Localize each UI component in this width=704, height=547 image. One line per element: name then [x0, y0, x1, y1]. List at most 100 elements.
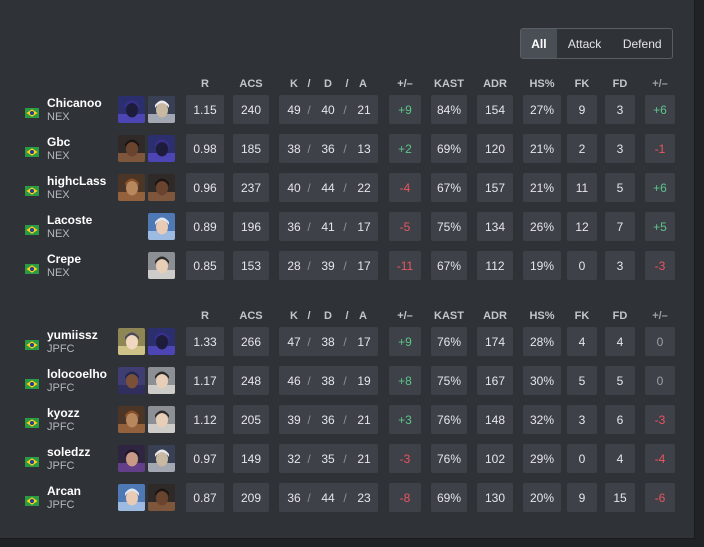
kills-value: 36	[287, 491, 301, 505]
assists-value: 23	[357, 491, 371, 505]
kda-box: 47 38 17 / /	[279, 327, 378, 356]
headshot-pct-value: 28%	[523, 327, 561, 356]
kda-box: 38 36 13 / /	[279, 134, 378, 163]
column-header: +/–	[652, 78, 668, 90]
deaths-value: 36	[321, 413, 335, 427]
agent-sage-icon	[148, 367, 175, 394]
player-team: JPFC	[47, 421, 75, 433]
kda-box: 36 44 23 / /	[279, 483, 378, 512]
first-deaths-value: 3	[605, 95, 635, 124]
player-name[interactable]: Crepe	[47, 252, 81, 266]
player-name[interactable]: Arcan	[47, 484, 81, 498]
player-name[interactable]: lolocoelho	[47, 367, 107, 381]
agent-killjoy-icon	[118, 328, 145, 355]
rating-value: 1.33	[186, 327, 224, 356]
plus-minus-value: +9	[389, 327, 421, 356]
kast-value: 76%	[431, 327, 467, 356]
kills-value: 49	[287, 103, 301, 117]
kda-separator: /	[343, 142, 347, 156]
column-header-row: R ACS K / D / A +/– KAST ADR HS% FK FD +/–	[0, 77, 694, 91]
player-name[interactable]: Chicanoo	[47, 96, 102, 110]
deaths-value: 38	[321, 374, 335, 388]
column-header: +/–	[397, 78, 413, 90]
player-name[interactable]: Lacoste	[47, 213, 92, 227]
player-name[interactable]: Gbc	[47, 135, 70, 149]
side-filter: All Attack Defend	[520, 28, 673, 59]
agent-phoenix-icon	[118, 135, 145, 162]
player-team: NEX	[47, 150, 70, 162]
agent-sova-icon	[148, 96, 175, 123]
agent-neon-icon	[118, 367, 145, 394]
kast-value: 75%	[431, 212, 467, 241]
fk-plus-minus-value: -3	[645, 405, 675, 434]
fk-plus-minus-value: 0	[645, 366, 675, 395]
first-kills-value: 0	[567, 444, 597, 473]
player-team: JPFC	[47, 460, 75, 472]
adr-value: 157	[477, 173, 513, 202]
agent-reyna-icon	[118, 445, 145, 472]
kda-box: 36 41 17 / /	[279, 212, 378, 241]
agent-omen-icon	[118, 96, 145, 123]
column-header: D	[324, 78, 332, 90]
filter-attack-button[interactable]: Attack	[557, 29, 613, 58]
column-header: /	[307, 310, 311, 322]
agent-sage-icon	[148, 252, 175, 279]
brazil-flag-icon	[25, 415, 39, 428]
column-header: +/–	[652, 310, 668, 322]
player-team: JPFC	[47, 343, 75, 355]
player-row: kyozz JPFC 1.12 205 39 36 21// +3 76% 148 32% 3 6 -3	[0, 402, 694, 441]
acs-value: 240	[233, 95, 269, 124]
plus-minus-value: -8	[389, 483, 421, 512]
player-name[interactable]: yumiissz	[47, 328, 98, 342]
column-header: +/–	[397, 310, 413, 322]
kda-box: 49 40 21 / /	[279, 95, 378, 124]
player-row: Arcan JPFC 0.87 209 36 44 23 / / -8 69% 130 20% 9 15 -6	[0, 480, 694, 519]
player-name[interactable]: soledzz	[47, 445, 90, 459]
filter-defend-button[interactable]: Defend	[612, 29, 672, 58]
adr-value: 154	[477, 95, 513, 124]
player-row: yumiissz JPFC 1.33 266 47 38 17// +9 76% 174 28% 4 4…	[0, 324, 694, 363]
brazil-flag-icon	[25, 493, 39, 506]
first-deaths-value: 5	[605, 173, 635, 202]
column-header: HS%	[529, 78, 555, 90]
first-deaths-value: 5	[605, 366, 635, 395]
deaths-value: 44	[321, 491, 335, 505]
column-header: FD	[612, 310, 628, 322]
headshot-pct-value: 20%	[523, 483, 561, 512]
fk-plus-minus-value: -1	[645, 134, 675, 163]
first-kills-value: 3	[567, 405, 597, 434]
first-deaths-value: 3	[605, 251, 635, 280]
headshot-pct-value: 21%	[523, 173, 561, 202]
fk-plus-minus-value: +5	[645, 212, 675, 241]
agent-phoenix-icon	[148, 174, 175, 201]
brazil-flag-icon	[25, 105, 39, 118]
kda-box: 28 39 17 / /	[279, 251, 378, 280]
player-row: highcLass NEX 0.96 237 40 44 22 / / -4 67% 157 21% 11…	[0, 170, 694, 209]
player-row: Lacoste NEX 0.89 196 36 41 17 / / -5 75% 134 26% 12 7 +…	[0, 209, 694, 248]
filter-all-button[interactable]: All	[521, 29, 557, 58]
player-name[interactable]: highcLass	[47, 174, 106, 188]
adr-value: 102	[477, 444, 513, 473]
assists-value: 21	[357, 452, 371, 466]
column-header: ACS	[239, 78, 263, 90]
column-header: FK	[574, 310, 590, 322]
kills-value: 32	[287, 452, 301, 466]
acs-value: 149	[233, 444, 269, 473]
acs-value: 196	[233, 212, 269, 241]
player-name[interactable]: kyozz	[47, 406, 80, 420]
adr-value: 130	[477, 483, 513, 512]
plus-minus-value: +9	[389, 95, 421, 124]
first-kills-value: 0	[567, 251, 597, 280]
first-deaths-value: 15	[605, 483, 635, 512]
rating-value: 1.17	[186, 366, 224, 395]
plus-minus-value: -11	[389, 251, 421, 280]
adr-value: 148	[477, 405, 513, 434]
player-row: lolocoelho JPFC 1.17 248 46 38 19 / / +8 75% 167 30%…	[0, 363, 694, 402]
plus-minus-value: -3	[389, 444, 421, 473]
kda-separator: /	[307, 452, 311, 466]
player-row: soledzz JPFC 0.97 149 32 35 21 / / -3 76% 102 29% 0 4-…	[0, 441, 694, 480]
kda-separator: /	[343, 259, 347, 273]
column-header: R	[201, 78, 209, 90]
first-deaths-value: 4	[605, 327, 635, 356]
first-kills-value: 12	[567, 212, 597, 241]
